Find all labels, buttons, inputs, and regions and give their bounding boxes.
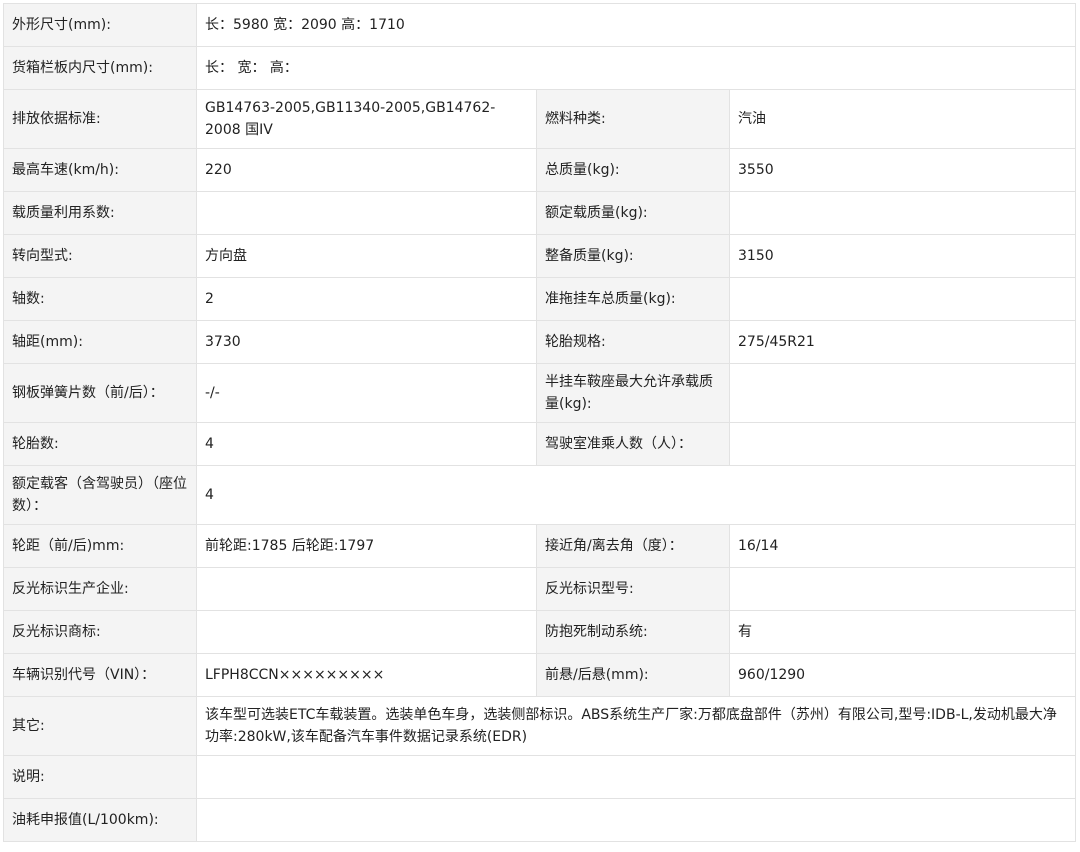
spec-value [729, 363, 1076, 423]
spec-label: 整备质量(kg): [536, 234, 730, 278]
spec-label: 准拖挂车总质量(kg): [536, 277, 730, 321]
spec-row: 油耗申报值(L/100km): [3, 798, 1076, 842]
spec-value: 2 [196, 277, 537, 321]
spec-value: GB14763-2005,GB11340-2005,GB14762-2008 国… [196, 89, 537, 149]
spec-row: 轴数: 2 准拖挂车总质量(kg): [3, 277, 1076, 321]
spec-value [196, 191, 537, 235]
spec-label: 车辆识别代号（VIN）： [3, 653, 197, 697]
spec-row: 说明: [3, 755, 1076, 799]
spec-row: 轮距（前/后)mm: 前轮距:1785 后轮距:1797 接近角/离去角（度）： 16… [3, 524, 1076, 568]
spec-row: 载质量利用系数: 额定载质量(kg): [3, 191, 1076, 235]
spec-value: 3150 [729, 234, 1076, 278]
spec-label: 前悬/后悬(mm): [536, 653, 730, 697]
spec-value [196, 610, 537, 654]
spec-label: 钢板弹簧片数（前/后）： [3, 363, 197, 423]
page: { "rows": [ {"type":"full","label":"外形尺寸… [0, 3, 1080, 852]
spec-label: 轴距(mm): [3, 320, 197, 364]
spec-value: 长：5980 宽：2090 高：1710 [196, 3, 1076, 47]
spec-label: 反光标识生产企业: [3, 567, 197, 611]
spec-label: 轮胎数: [3, 422, 197, 466]
spec-row: 转向型式: 方向盘 整备质量(kg): 3150 [3, 234, 1076, 278]
spec-label: 总质量(kg): [536, 148, 730, 192]
spec-value [729, 567, 1076, 611]
spec-value: -/- [196, 363, 537, 423]
spec-row: 反光标识商标: 防抱死制动系统: 有 [3, 610, 1076, 654]
spec-label: 额定载客（含驾驶员）（座位数）： [3, 465, 197, 525]
spec-label: 轴数: [3, 277, 197, 321]
spec-label: 货箱栏板内尺寸(mm): [3, 46, 197, 90]
spec-row: 车辆识别代号（VIN）： LFPH8CCN××××××××× 前悬/后悬(mm): 9… [3, 653, 1076, 697]
spec-value: 汽油 [729, 89, 1076, 149]
spec-value: 220 [196, 148, 537, 192]
vehicle-spec-table: 外形尺寸(mm): 长：5980 宽：2090 高：1710 货箱栏板内尺寸(mm)… [3, 3, 1076, 842]
spec-value: 4 [196, 465, 1076, 525]
spec-value: 3730 [196, 320, 537, 364]
spec-label: 载质量利用系数: [3, 191, 197, 235]
spec-value: LFPH8CCN××××××××× [196, 653, 537, 697]
spec-table-body: 外形尺寸(mm): 长：5980 宽：2090 高：1710 货箱栏板内尺寸(mm)… [3, 3, 1076, 842]
spec-label: 额定载质量(kg): [536, 191, 730, 235]
spec-label: 反光标识型号: [536, 567, 730, 611]
spec-value: 3550 [729, 148, 1076, 192]
spec-value [196, 798, 1076, 842]
spec-row: 轮胎数: 4 驾驶室准乘人数（人）： [3, 422, 1076, 466]
spec-label: 其它: [3, 696, 197, 756]
spec-label: 反光标识商标: [3, 610, 197, 654]
spec-value [729, 422, 1076, 466]
spec-value [729, 191, 1076, 235]
spec-row: 轴距(mm): 3730 轮胎规格: 275/45R21 [3, 320, 1076, 364]
spec-value [729, 277, 1076, 321]
spec-label: 燃料种类: [536, 89, 730, 149]
spec-value [196, 567, 537, 611]
spec-value: 275/45R21 [729, 320, 1076, 364]
spec-label: 排放依据标准: [3, 89, 197, 149]
spec-value: 该车型可选装ETC车载装置。选装单色车身，选装侧部标识。ABS系统生产厂家:万都… [196, 696, 1076, 756]
spec-row: 货箱栏板内尺寸(mm): 长： 宽： 高： [3, 46, 1076, 90]
spec-value: 960/1290 [729, 653, 1076, 697]
spec-row: 外形尺寸(mm): 长：5980 宽：2090 高：1710 [3, 3, 1076, 47]
spec-value: 方向盘 [196, 234, 537, 278]
spec-value: 4 [196, 422, 537, 466]
spec-label: 说明: [3, 755, 197, 799]
spec-value [196, 755, 1076, 799]
spec-value: 长： 宽： 高： [196, 46, 1076, 90]
spec-label: 轮距（前/后)mm: [3, 524, 197, 568]
spec-row: 额定载客（含驾驶员）（座位数）： 4 [3, 465, 1076, 525]
spec-label: 接近角/离去角（度）： [536, 524, 730, 568]
spec-label: 最高车速(km/h): [3, 148, 197, 192]
spec-label: 半挂车鞍座最大允许承载质量(kg): [536, 363, 730, 423]
spec-row: 钢板弹簧片数（前/后）： -/- 半挂车鞍座最大允许承载质量(kg): [3, 363, 1076, 423]
spec-row: 排放依据标准: GB14763-2005,GB11340-2005,GB14762… [3, 89, 1076, 149]
spec-label: 油耗申报值(L/100km): [3, 798, 197, 842]
spec-label: 轮胎规格: [536, 320, 730, 364]
spec-label: 外形尺寸(mm): [3, 3, 197, 47]
spec-row: 其它: 该车型可选装ETC车载装置。选装单色车身，选装侧部标识。ABS系统生产厂家… [3, 696, 1076, 756]
spec-value: 前轮距:1785 后轮距:1797 [196, 524, 537, 568]
spec-label: 防抱死制动系统: [536, 610, 730, 654]
spec-label: 转向型式: [3, 234, 197, 278]
spec-row: 反光标识生产企业: 反光标识型号: [3, 567, 1076, 611]
spec-row: 最高车速(km/h): 220 总质量(kg): 3550 [3, 148, 1076, 192]
spec-label: 驾驶室准乘人数（人）： [536, 422, 730, 466]
spec-value: 16/14 [729, 524, 1076, 568]
spec-value: 有 [729, 610, 1076, 654]
